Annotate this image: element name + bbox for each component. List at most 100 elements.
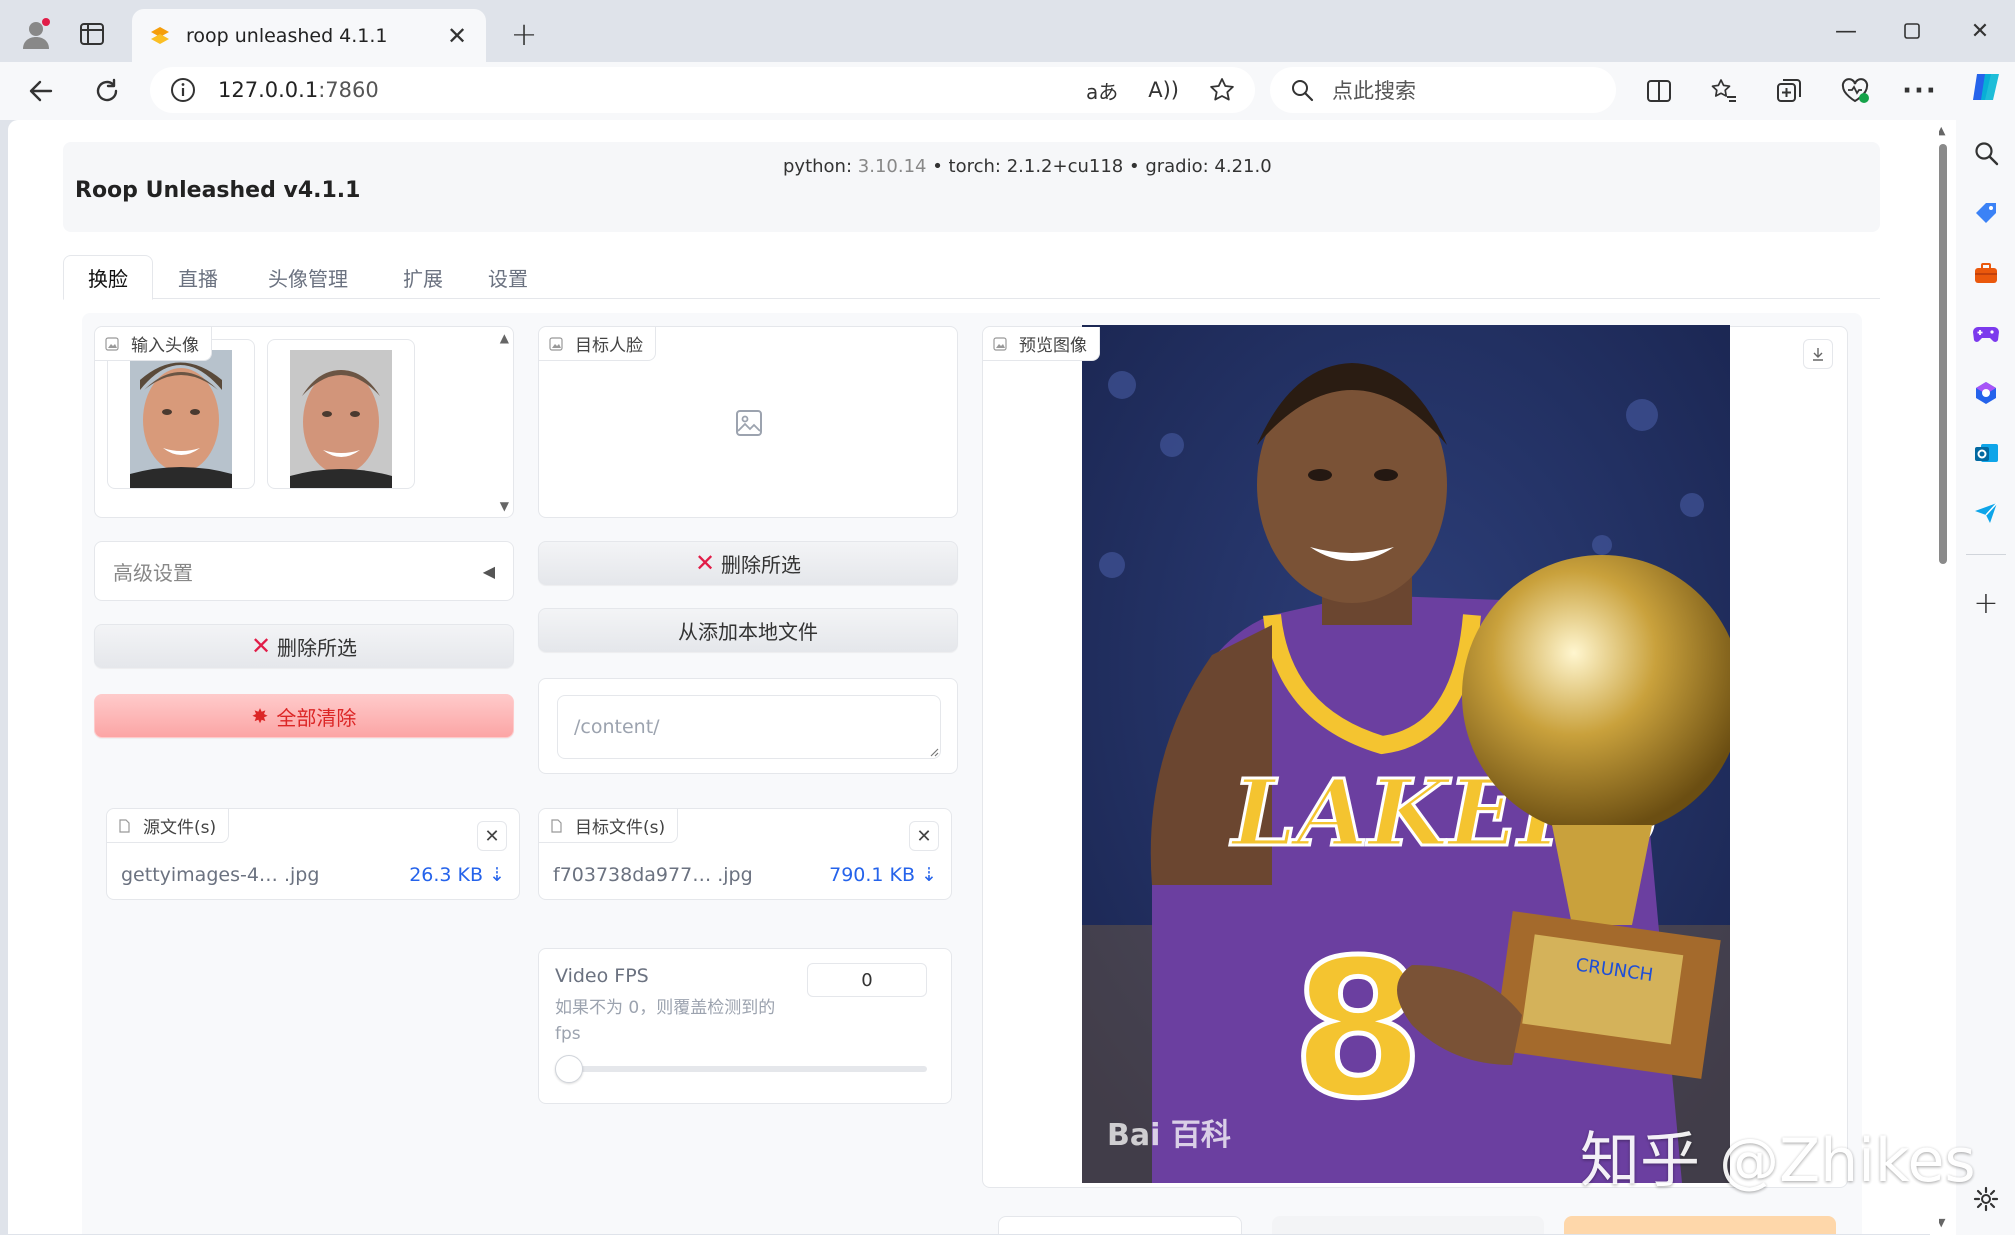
edge-sidebar: + <box>1956 74 2015 1235</box>
read-aloud-icon[interactable]: A)) <box>1148 78 1179 102</box>
favorites-icon[interactable] <box>1703 70 1745 112</box>
baidu-watermark: Bai 百科 <box>1107 1118 1231 1153</box>
source-file-name: gettyimages-4… .jpg <box>121 864 320 886</box>
send-icon[interactable] <box>1969 496 2003 530</box>
minimize-icon[interactable]: — <box>1816 10 1876 52</box>
split-screen-icon[interactable] <box>1638 70 1680 112</box>
preview-image-label: 预览图像 <box>983 327 1100 361</box>
image-icon <box>993 336 1007 351</box>
profile-icon[interactable] <box>14 12 58 56</box>
bottom-control-3[interactable] <box>1564 1216 1836 1234</box>
target-file-row: f703738da977… .jpg 790.1 KB ⇣ <box>539 853 951 897</box>
resize-handle-icon[interactable] <box>929 747 939 757</box>
search-placeholder: 点此搜索 <box>1332 79 1416 103</box>
refresh-icon[interactable] <box>86 70 128 112</box>
tab-settings[interactable]: 设置 <box>473 255 543 299</box>
maximize-icon[interactable] <box>1882 10 1942 52</box>
accordion-toggle-icon: ◀ <box>482 561 495 581</box>
source-files-label: 源文件(s) <box>107 809 230 843</box>
image-placeholder-icon <box>736 410 762 436</box>
app-title: Roop Unleashed v4.1.1 <box>75 178 361 203</box>
copilot-icon[interactable] <box>1969 70 2003 104</box>
input-face-thumb-2[interactable] <box>267 339 415 489</box>
favorite-star-icon[interactable] <box>1209 77 1235 103</box>
tab-face-swap[interactable]: 换脸 <box>63 255 153 300</box>
tab-roop-unleashed[interactable]: roop unleashed 4.1.1 ✕ <box>132 9 486 63</box>
tab-extensions[interactable]: 扩展 <box>393 255 453 299</box>
gradio-favicon-icon <box>151 27 169 44</box>
new-tab-icon[interactable]: + <box>502 12 546 56</box>
bottom-control-2[interactable] <box>1272 1216 1544 1234</box>
zhihu-watermark: 知乎 @Zhikes <box>1580 1126 1976 1196</box>
advanced-settings-label: 高级设置 <box>113 560 193 585</box>
target-file-download-link[interactable]: 790.1 KB ⇣ <box>829 864 937 886</box>
video-fps-label: Video FPS <box>555 965 649 987</box>
target-files-label: 目标文件(s) <box>539 809 679 843</box>
translate-icon[interactable]: aあ <box>1086 76 1118 105</box>
target-file-name: f703738da977… .jpg <box>553 864 753 886</box>
source-files-block: 源文件(s) ✕ gettyimages-4… .jpg 26.3 KB ⇣ <box>106 808 520 900</box>
source-file-download-link[interactable]: 26.3 KB ⇣ <box>409 864 505 886</box>
search-icon[interactable] <box>1969 136 2003 170</box>
image-icon <box>549 336 563 351</box>
tools-briefcase-icon[interactable] <box>1969 256 2003 290</box>
target-face-image[interactable]: 目标人脸 <box>538 326 958 518</box>
bottom-control-1[interactable] <box>998 1216 1242 1234</box>
add-local-files-button[interactable]: 从添加本地文件 <box>538 608 958 652</box>
more-menu-icon[interactable]: ··· <box>1899 70 1941 112</box>
video-fps-info: 如果不为 0，则覆盖检测到的 fps <box>555 998 776 1044</box>
scrollbar-thumb[interactable] <box>1939 144 1947 564</box>
collections-icon[interactable] <box>1768 70 1810 112</box>
add-sidebar-app-icon[interactable]: + <box>1969 586 2003 621</box>
browser-toolbar: 127.0.0.1:7860 aあ A)) 点此搜索 ··· <box>0 62 2015 120</box>
delete-x-icon: ✕ <box>250 632 272 660</box>
local-path-input[interactable]: /content/ <box>557 695 941 759</box>
main-tabs: 换脸 直播 头像管理 扩展 设置 <box>63 255 1880 300</box>
tab-close-icon[interactable]: ✕ <box>444 22 470 50</box>
file-icon <box>551 818 562 833</box>
gallery-scroll-down-icon[interactable]: ▼ <box>500 499 509 513</box>
tab-live[interactable]: 直播 <box>163 255 233 299</box>
shopping-tag-icon[interactable] <box>1969 196 2003 230</box>
svg-text:8: 8 <box>1292 919 1424 1140</box>
url-text: 127.0.0.1:7860 <box>218 78 379 102</box>
browser-essentials-icon[interactable] <box>1834 70 1876 112</box>
video-fps-block: Video FPS 如果不为 0，则覆盖检测到的 fps 0 <box>538 948 952 1104</box>
version-info: python: 3.10.14 • torch: 2.1.2+cu118 • g… <box>783 156 1272 177</box>
back-icon[interactable] <box>20 70 62 112</box>
games-controller-icon[interactable] <box>1969 316 2003 350</box>
clear-target-files-icon[interactable]: ✕ <box>909 821 939 851</box>
video-fps-slider-handle[interactable] <box>555 1055 583 1083</box>
input-face-thumb-1[interactable] <box>107 339 255 489</box>
app-header: Roop Unleashed v4.1.1 python: 3.10.14 • … <box>63 142 1880 232</box>
preview-photo: LAKERS 8 CRUNCH Bai 百科 <box>1082 325 1730 1183</box>
search-box[interactable]: 点此搜索 <box>1270 67 1616 113</box>
input-faces-label: 输入头像 <box>95 327 212 361</box>
explosion-icon: ✸ <box>251 704 269 728</box>
address-bar[interactable]: 127.0.0.1:7860 aあ A)) <box>150 67 1255 113</box>
advanced-settings-accordion[interactable]: 高级设置 ◀ <box>94 541 514 601</box>
face-photo-2 <box>290 350 392 488</box>
video-fps-number-input[interactable]: 0 <box>807 963 927 997</box>
download-preview-icon[interactable] <box>1803 339 1833 369</box>
close-window-icon[interactable]: ✕ <box>1950 10 2010 52</box>
tab-actions-icon[interactable] <box>70 12 114 56</box>
image-icon <box>105 336 119 351</box>
video-fps-slider[interactable] <box>555 1055 927 1083</box>
delete-x-icon: ✕ <box>694 549 716 577</box>
delete-selected-faces-button[interactable]: ✕ 删除所选 <box>94 624 514 668</box>
browser-tab-strip: roop unleashed 4.1.1 ✕ + — ✕ <box>0 0 2015 63</box>
site-info-icon[interactable] <box>170 77 196 103</box>
target-face-label: 目标人脸 <box>539 327 656 361</box>
source-file-row: gettyimages-4… .jpg 26.3 KB ⇣ <box>107 853 519 897</box>
file-icon <box>119 818 130 833</box>
delete-selected-target-button[interactable]: ✕ 删除所选 <box>538 541 958 585</box>
gallery-scroll-up-icon[interactable]: ▲ <box>500 331 509 345</box>
clear-all-button[interactable]: ✸ 全部清除 <box>94 694 514 738</box>
input-faces-gallery: 输入头像 ▲ ▼ <box>94 326 514 518</box>
clear-source-files-icon[interactable]: ✕ <box>477 821 507 851</box>
microsoft-365-icon[interactable] <box>1969 376 2003 410</box>
tab-face-management[interactable]: 头像管理 <box>253 255 363 299</box>
outlook-icon[interactable] <box>1969 436 2003 470</box>
search-icon <box>1292 80 1314 102</box>
